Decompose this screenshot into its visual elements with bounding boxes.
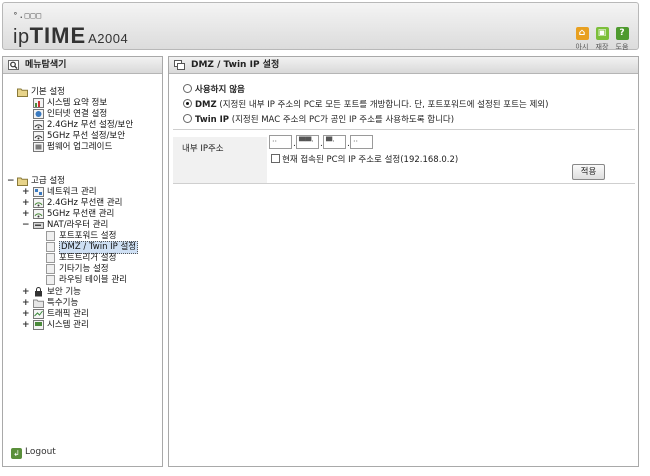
wireless-icon (33, 209, 44, 219)
dmz-panel-title-label: DMZ / Twin IP 설정 (191, 60, 280, 70)
logo-brand: TIME (29, 23, 87, 48)
page-icon (46, 231, 55, 241)
radio-dmz[interactable] (183, 99, 192, 108)
logout-icon: ↲ (11, 448, 22, 459)
page-icon (46, 242, 55, 252)
page-icon (46, 253, 55, 263)
lock-icon (35, 287, 42, 297)
traffic-icon (33, 309, 44, 319)
page-icon (46, 275, 55, 285)
logo-dots: °.□□□ (13, 11, 43, 20)
router-icon (33, 222, 44, 229)
option-twinip[interactable]: Twin IP (지정된 MAC 주소의 PC가 공인 IP 주소를 사용하도록… (183, 113, 454, 125)
system-icon (33, 320, 44, 330)
logout-label: Logout (25, 447, 56, 457)
radio-twinip[interactable] (183, 114, 192, 123)
window-icon (174, 60, 185, 70)
ip-octet-4[interactable]: ·· (350, 135, 373, 149)
use-current-ip-checkbox[interactable] (271, 154, 280, 163)
home-icon: ⌂ (575, 27, 589, 40)
home-button-label: 아시 (575, 43, 589, 51)
save-button[interactable]: ▣ 재장 (593, 27, 611, 52)
ip-octet-2[interactable]: ▀▀· (296, 135, 319, 149)
divider (173, 129, 635, 130)
folder-icon (33, 299, 44, 308)
option-dmz[interactable]: DMZ (지정된 내부 IP 주소의 PC로 모든 포트를 개방합니다. 단, … (183, 98, 548, 110)
expand-icon[interactable]: + (22, 320, 30, 330)
folder-open-icon (17, 88, 28, 97)
wireless-icon (33, 120, 44, 130)
radio-disable[interactable] (183, 84, 192, 93)
logo-model: A2004 (88, 31, 129, 46)
chart-icon (33, 98, 44, 108)
menu-explorer-title: 메뉴탐색기 (3, 57, 162, 74)
save-icon: ▣ (595, 27, 609, 40)
page-icon (46, 264, 55, 274)
menu-explorer-label: 메뉴탐색기 (25, 60, 67, 70)
help-button-label: 도움 (615, 43, 629, 51)
firmware-icon (33, 142, 44, 152)
apply-button[interactable]: 적용 (572, 164, 605, 180)
expand-icon[interactable]: + (22, 209, 30, 219)
expand-icon[interactable]: + (22, 187, 30, 197)
collapse-icon[interactable]: − (22, 220, 30, 230)
dmz-twinip-panel: DMZ / Twin IP 설정 사용하지 않음 DMZ (지정된 내부 IP … (168, 56, 639, 467)
ip-octet-3[interactable]: ▀· (323, 135, 346, 149)
divider (173, 183, 635, 184)
expand-icon[interactable]: + (22, 287, 30, 297)
collapse-icon[interactable]: − (7, 176, 15, 186)
folder-open-icon (17, 177, 28, 186)
logo-prefix: ip (13, 26, 30, 48)
wireless-icon (33, 198, 44, 208)
logout-button[interactable]: ↲ Logout (11, 447, 56, 459)
logo: ipTIME A2004 (13, 23, 128, 49)
network-management-icon (33, 187, 44, 197)
option-disable[interactable]: 사용하지 않음 (183, 83, 245, 95)
expand-icon[interactable]: + (22, 198, 30, 208)
internal-ip-label: 내부 IP주소 (173, 137, 267, 183)
home-button[interactable]: ⌂ 아시 (573, 27, 591, 52)
dmz-panel-title: DMZ / Twin IP 설정 (169, 57, 638, 74)
wireless-icon (33, 131, 44, 141)
ip-octet-1[interactable]: ·· (269, 135, 292, 149)
save-button-label: 재장 (595, 43, 609, 51)
help-button[interactable]: ? 도움 (613, 27, 631, 52)
network-icon (33, 109, 44, 119)
help-icon: ? (615, 27, 629, 40)
expand-icon[interactable]: + (22, 309, 30, 319)
header-bar: °.□□□ ipTIME A2004 ⌂ 아시 ▣ 재장 ? 도움 (2, 2, 639, 52)
magnifier-icon (8, 60, 19, 70)
expand-icon[interactable]: + (22, 298, 30, 308)
use-current-ip-option[interactable]: 현재 접속된 PC의 IP 주소로 설정(192.168.0.2) (271, 153, 458, 165)
menu-explorer-panel: 메뉴탐색기 기본 설정 시스템 요약 정보 인터넷 연결 설정 2.4GHz 무… (2, 56, 163, 467)
